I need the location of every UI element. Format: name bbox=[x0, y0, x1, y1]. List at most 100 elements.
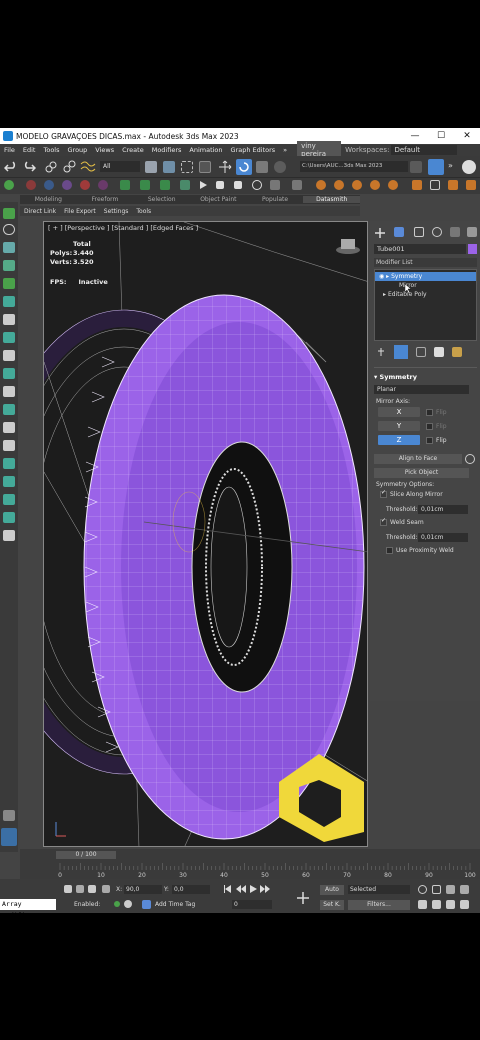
rectangle-selection-icon[interactable] bbox=[181, 161, 193, 173]
systems-icon[interactable] bbox=[3, 440, 15, 451]
toolbar-more-icon[interactable]: » bbox=[448, 161, 453, 170]
grid-toggle-icon[interactable] bbox=[124, 900, 132, 908]
reset-icon[interactable] bbox=[465, 454, 475, 464]
select-object-icon[interactable] bbox=[145, 161, 157, 173]
make-unique-icon[interactable] bbox=[416, 347, 426, 357]
window-crossing-icon[interactable] bbox=[199, 161, 211, 173]
move-icon[interactable] bbox=[218, 160, 232, 174]
tab-selection[interactable]: Selection bbox=[133, 196, 190, 203]
liquid-effect-icon[interactable] bbox=[388, 180, 398, 190]
key-mode-button[interactable] bbox=[296, 891, 310, 905]
flip-y-checkbox[interactable] bbox=[426, 423, 433, 430]
submenu-tools[interactable]: Tools bbox=[132, 208, 155, 215]
place-icon[interactable] bbox=[274, 161, 286, 173]
object-name-field[interactable]: Tube001 bbox=[374, 244, 466, 254]
proximity-weld-checkbox[interactable] bbox=[386, 547, 393, 554]
workspace-select[interactable]: Default bbox=[391, 145, 458, 155]
named-selection-set-field[interactable]: C:\Users\AUC...3ds Max 2023 bbox=[300, 161, 408, 172]
submenu-settings[interactable]: Settings bbox=[100, 208, 133, 215]
redo-icon[interactable] bbox=[22, 160, 36, 174]
display-tab-icon[interactable] bbox=[450, 227, 460, 237]
remove-modifier-icon[interactable] bbox=[434, 347, 444, 357]
maximize-button[interactable]: ☐ bbox=[428, 131, 454, 141]
rotate-button[interactable] bbox=[236, 159, 252, 175]
menu-graph-editors[interactable]: Graph Editors bbox=[227, 146, 280, 154]
render-frame-icon[interactable] bbox=[62, 180, 72, 190]
search-icon[interactable] bbox=[462, 160, 476, 174]
tab-object-paint[interactable]: Object Paint bbox=[190, 196, 247, 203]
previous-frame-icon[interactable] bbox=[236, 885, 246, 893]
motion-tab-icon[interactable] bbox=[432, 227, 442, 237]
grid-icon[interactable] bbox=[430, 180, 440, 190]
folder-icon[interactable] bbox=[410, 161, 422, 173]
perspective-viewport[interactable]: [ + ] [Perspective ] [Standard ] [Edged … bbox=[43, 221, 368, 847]
modify-icon[interactable] bbox=[3, 296, 15, 307]
motion-icon[interactable] bbox=[3, 314, 15, 325]
unlink-icon[interactable] bbox=[62, 160, 76, 174]
particle-effect-icon[interactable] bbox=[370, 180, 380, 190]
menu-animation[interactable]: Animation bbox=[185, 146, 226, 154]
modifier-list-dropdown[interactable]: Modifier List bbox=[374, 258, 477, 267]
lock-icon[interactable] bbox=[88, 885, 96, 893]
link-icon[interactable] bbox=[44, 160, 58, 174]
zoom-extents-all-icon[interactable] bbox=[460, 885, 469, 894]
record-icon[interactable] bbox=[252, 180, 262, 190]
scene-explorer-icon[interactable] bbox=[3, 208, 15, 219]
fume-icon[interactable] bbox=[448, 180, 458, 190]
go-to-start-icon[interactable] bbox=[224, 885, 231, 893]
percent-snap-icon[interactable] bbox=[160, 180, 170, 190]
hierarchy-tab-icon[interactable] bbox=[414, 227, 424, 237]
sphere-icon[interactable] bbox=[3, 476, 15, 487]
list-icon[interactable] bbox=[292, 180, 302, 190]
explosion-effect-icon[interactable] bbox=[352, 180, 362, 190]
scene-explorer-button[interactable] bbox=[428, 159, 444, 175]
track-bar[interactable]: 0 10 20 30 40 50 60 70 80 90 100 bbox=[20, 861, 480, 879]
plane-dropdown[interactable]: Planar bbox=[374, 385, 469, 394]
zoom-icon[interactable] bbox=[418, 885, 427, 894]
stack-item-editable-poly[interactable]: ▸ Editable Poly bbox=[375, 290, 476, 299]
play-animation-icon[interactable] bbox=[250, 885, 257, 893]
flip-x-checkbox[interactable] bbox=[426, 409, 433, 416]
menu-create[interactable]: Create bbox=[118, 146, 148, 154]
selection-filter-dropdown[interactable]: All bbox=[100, 161, 140, 172]
utilities-tab-icon[interactable] bbox=[467, 227, 477, 237]
symmetry-rollout-title[interactable]: ▾ Symmetry bbox=[374, 372, 477, 382]
maximize-viewport-icon[interactable] bbox=[460, 900, 469, 909]
menu-more[interactable]: » bbox=[279, 146, 291, 154]
add-time-tag-button[interactable]: Add Time Tag bbox=[155, 901, 195, 908]
bind-spacewarp-icon[interactable] bbox=[80, 160, 96, 174]
hierarchy-icon[interactable] bbox=[3, 260, 15, 271]
menu-group[interactable]: Group bbox=[64, 146, 92, 154]
display-icon[interactable] bbox=[3, 332, 15, 343]
tab-populate[interactable]: Populate bbox=[247, 196, 304, 203]
phoenix-icon[interactable] bbox=[466, 180, 476, 190]
minimize-button[interactable]: — bbox=[402, 131, 428, 141]
light-icon[interactable] bbox=[3, 368, 15, 379]
tab-datasmith[interactable]: Datasmith bbox=[303, 196, 361, 203]
angle-snap-icon[interactable] bbox=[140, 180, 150, 190]
maxscript-listener-field[interactable]: Array modifier bbox=[0, 899, 56, 919]
threshold-spinner[interactable]: 0,01cm bbox=[418, 505, 468, 514]
weld-seam-checkbox[interactable]: ✓ bbox=[380, 517, 387, 526]
material-editor-icon[interactable] bbox=[44, 180, 54, 190]
stack-item-symmetry[interactable]: ◉ ▸ Symmetry bbox=[375, 272, 476, 281]
render-iterative-icon[interactable] bbox=[98, 180, 108, 190]
tab-freeform[interactable]: Freeform bbox=[77, 196, 134, 203]
stack-item-mirror[interactable]: Mirror bbox=[375, 281, 476, 290]
layer-explorer-icon[interactable] bbox=[3, 242, 15, 253]
viewport-layout-arrow-icon[interactable] bbox=[3, 810, 15, 821]
pause-icon[interactable] bbox=[216, 181, 224, 189]
menu-modifiers[interactable]: Modifiers bbox=[148, 146, 186, 154]
fire-effect-icon[interactable] bbox=[316, 180, 326, 190]
slice-along-mirror-checkbox[interactable]: ✓ bbox=[380, 489, 387, 498]
spinner-snap-icon[interactable] bbox=[180, 180, 190, 190]
viewport-label[interactable]: [ + ] [Perspective ] [Standard ] [Edged … bbox=[48, 224, 198, 232]
submenu-file-export[interactable]: File Export bbox=[60, 208, 100, 215]
auto-key-button[interactable]: Auto bbox=[320, 885, 344, 895]
render-icon[interactable] bbox=[80, 180, 90, 190]
isolate-icon[interactable] bbox=[76, 885, 84, 893]
time-tag-icon[interactable] bbox=[142, 900, 151, 909]
time-slider[interactable]: 0 / 100 bbox=[56, 851, 116, 859]
plane-icon[interactable] bbox=[3, 494, 15, 505]
menu-edit[interactable]: Edit bbox=[19, 146, 40, 154]
